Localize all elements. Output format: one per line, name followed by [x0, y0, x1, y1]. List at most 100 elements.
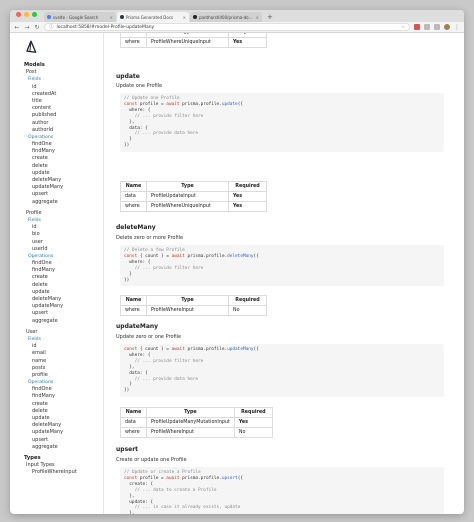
sidebar-field-item[interactable]: id: [24, 343, 103, 350]
close-tab-icon[interactable]: ✕: [256, 15, 259, 20]
sidebar-field-item[interactable]: content: [24, 105, 103, 112]
sidebar-operation-item[interactable]: upsert: [24, 437, 103, 444]
close-window-button[interactable]: [16, 12, 21, 17]
sidebar-operation-item[interactable]: findOne: [24, 386, 103, 393]
close-tab-icon[interactable]: ✕: [110, 15, 113, 20]
sidebar-operations-label[interactable]: Operations: [24, 379, 103, 386]
sidebar-field-item[interactable]: id: [24, 224, 103, 231]
info-icon[interactable]: ⓘ: [49, 24, 54, 30]
sidebar-operation-item[interactable]: create: [24, 274, 103, 281]
sidebar-operation-item[interactable]: findOne: [24, 260, 103, 267]
param-name: data: [120, 191, 147, 202]
back-arrow-icon[interactable]: ←: [14, 24, 20, 31]
avatar[interactable]: [444, 24, 450, 30]
sidebar-input-type-item[interactable]: ProfileWhereInput: [24, 469, 103, 476]
sidebar-operation-item[interactable]: update: [24, 170, 103, 177]
sidebar-operation-item[interactable]: delete: [24, 163, 103, 170]
sidebar-operations-label[interactable]: Operations: [24, 134, 103, 141]
sidebar-operation-item[interactable]: aggregate: [24, 444, 103, 451]
param-name: where: [120, 427, 147, 438]
tab-prisma-docs[interactable]: Prisma Generated Docs ✕: [117, 12, 189, 22]
tab-github[interactable]: pantharshit00/prisma-docs-g...✕: [190, 12, 262, 22]
sidebar-operation-item[interactable]: delete: [24, 282, 103, 289]
address-bar[interactable]: ⓘ localhost:5858/#model-Profile-updateMa…: [44, 23, 410, 31]
sidebar-operation-item[interactable]: findOne: [24, 141, 103, 148]
sidebar-operation-item[interactable]: findMany: [24, 393, 103, 400]
sidebar-operations-label[interactable]: Operations: [24, 253, 103, 260]
sidebar-operation-item[interactable]: update: [24, 415, 103, 422]
sidebar-field-item[interactable]: posts: [24, 365, 103, 372]
sidebar-fields-label[interactable]: Fields: [24, 76, 103, 83]
sidebar-field-item[interactable]: profile: [24, 372, 103, 379]
maximize-window-button[interactable]: [32, 12, 37, 17]
table-header-name: Name: [120, 295, 147, 306]
tab-google-search[interactable]: svelte - Google Search ✕: [44, 12, 116, 22]
code-comment: // Update one Profile: [124, 96, 180, 101]
section-title-deleteMany: deleteMany: [116, 224, 156, 231]
sidebar-operation-item[interactable]: deleteMany: [24, 177, 103, 184]
extension-icon[interactable]: [424, 24, 430, 30]
extension-icon[interactable]: [414, 24, 420, 30]
sidebar-operation-item[interactable]: updateMany: [24, 184, 103, 191]
tab-bar: svelte - Google Search ✕ Prisma Generated…: [10, 10, 464, 22]
section-description: Delete zero or more Profile: [116, 235, 184, 241]
code-text: },: [124, 119, 135, 125]
sidebar-operation-item[interactable]: upsert: [24, 191, 103, 198]
sidebar-field-item[interactable]: name: [24, 358, 103, 365]
sidebar-field-item[interactable]: user: [24, 239, 103, 246]
section-description: Create or update one Profile: [116, 457, 187, 463]
sidebar-field-item[interactable]: authorId: [24, 127, 103, 134]
table-row: where ProfileWhereUniqueInput Yes: [120, 201, 267, 212]
sidebar-model-post[interactable]: Post: [24, 69, 103, 76]
sidebar-field-item[interactable]: email: [24, 350, 103, 357]
sidebar-field-item[interactable]: title: [24, 98, 103, 105]
sidebar-operation-item[interactable]: delete: [24, 408, 103, 415]
sidebar-operation-item[interactable]: updateMany: [24, 303, 103, 310]
sidebar-operation-item[interactable]: findMany: [24, 148, 103, 155]
close-tab-icon[interactable]: ✕: [183, 15, 186, 20]
sidebar-fields-label[interactable]: Fields: [24, 336, 103, 343]
sidebar-operation-item[interactable]: create: [24, 155, 103, 162]
sidebar-model-profile[interactable]: Profile: [24, 210, 103, 217]
sidebar-model-user[interactable]: User: [24, 329, 103, 336]
address-toolbar: ← → ↻ ⓘ localhost:5858/#model-Profile-up…: [10, 22, 464, 33]
code-text: update: {: [124, 499, 154, 505]
code-line: },: [124, 511, 440, 514]
sidebar-field-item[interactable]: published: [24, 112, 103, 119]
sidebar-operation-item[interactable]: deleteMany: [24, 296, 103, 303]
params-table-deleteMany: Name Type Required where ProfileWhereInput No: [120, 295, 267, 316]
sidebar-operation-item[interactable]: aggregate: [24, 318, 103, 325]
new-tab-button[interactable]: +: [263, 13, 277, 22]
minimize-window-button[interactable]: [24, 12, 29, 17]
code-comment: // ... provide filter here: [124, 265, 204, 271]
reload-icon[interactable]: ↻: [34, 24, 40, 31]
sidebar-field-item[interactable]: createdAt: [24, 91, 103, 98]
forward-arrow-icon[interactable]: →: [24, 24, 30, 31]
sidebar-operation-item[interactable]: updateMany: [24, 429, 103, 436]
sidebar-operation-item[interactable]: deleteMany: [24, 422, 103, 429]
sidebar-field-item[interactable]: author: [24, 120, 103, 127]
param-required: Yes: [233, 417, 273, 428]
sidebar-operation-item[interactable]: upsert: [24, 310, 103, 317]
top-params-table: NameTypeRequiredwhereProfileWhereUniqueI…: [120, 33, 267, 48]
menu-kebab-icon[interactable]: ⋮: [454, 24, 460, 31]
star-icon[interactable]: ☆: [401, 25, 405, 30]
code-keyword: const: [124, 101, 138, 107]
sidebar-operation-item[interactable]: create: [24, 401, 103, 408]
sidebar-operation-item[interactable]: update: [24, 289, 103, 296]
sidebar-input-types-label[interactable]: Input Types: [24, 462, 103, 469]
extension-icon[interactable]: [434, 24, 440, 30]
sidebar-field-item[interactable]: userId: [24, 246, 103, 253]
code-line: }): [124, 388, 440, 394]
sidebar-models-heading: Models: [24, 62, 45, 68]
param-name: where: [120, 201, 147, 212]
code-text: ({: [253, 347, 259, 352]
sidebar-field-item[interactable]: bio: [24, 231, 103, 238]
sidebar-fields-label[interactable]: Fields: [24, 217, 103, 224]
code-keyword: await: [166, 475, 180, 481]
sidebar-field-item[interactable]: id: [24, 84, 103, 91]
sidebar-operation-item[interactable]: aggregate: [24, 199, 103, 206]
google-favicon-icon: [47, 15, 51, 19]
code-text: }): [124, 143, 130, 149]
sidebar-operation-item[interactable]: findMany: [24, 267, 103, 274]
